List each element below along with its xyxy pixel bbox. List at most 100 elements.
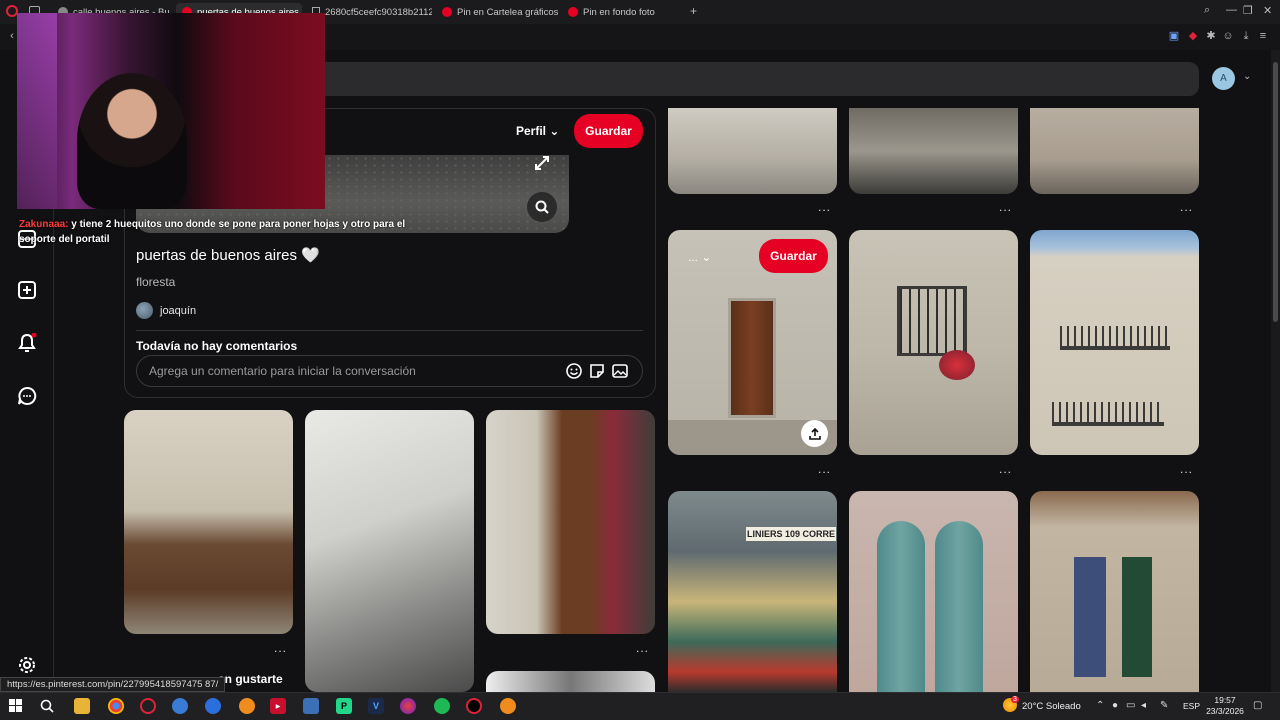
extensions-icon[interactable]: ✱ (1205, 30, 1217, 42)
more-options-icon[interactable]: ... (818, 462, 831, 476)
pin-tile-wooden-door-mural[interactable] (486, 410, 655, 634)
chat-username: Zakunaaa: (19, 219, 69, 230)
window-grill-shape (897, 286, 967, 356)
lens-search-icon (535, 200, 549, 214)
board-select-dropdown[interactable]: ... ⌄ (688, 250, 711, 264)
visual-search-button[interactable] (527, 192, 557, 222)
tab-pin-cartelea[interactable]: Pin en Cartelea gráficos (436, 3, 560, 21)
app-colorful-icon[interactable] (400, 698, 416, 714)
pen-icon[interactable]: ✎ (1160, 700, 1168, 711)
clock[interactable]: 19:57 23/3/2026 (1205, 695, 1245, 717)
profile-icon[interactable]: ☺ (1222, 30, 1234, 42)
pin-tile-liniers-bus[interactable]: LINIERS 109 CORRE (668, 491, 837, 692)
door-left-shape (877, 521, 925, 692)
vegas-icon[interactable]: V (368, 698, 384, 714)
windows-start-icon[interactable] (9, 699, 22, 712)
pin-tile-white-street[interactable] (305, 410, 474, 692)
emoji-icon[interactable] (565, 362, 583, 380)
tray-chevron-icon[interactable]: ⌃ (1096, 700, 1104, 711)
network-icon[interactable]: ▭ (1126, 700, 1135, 711)
bus-sign-text: LINIERS 109 CORRE (746, 527, 836, 541)
more-options-icon[interactable]: ... (999, 462, 1012, 476)
pin-title: puertas de buenos aires 🤍 (136, 247, 320, 264)
vpn-icon[interactable]: ◆ (1187, 30, 1199, 42)
scrollbar-thumb[interactable] (1273, 62, 1278, 322)
translate-icon[interactable]: ▣ (1168, 30, 1180, 42)
pin-tile-doors-facade[interactable] (124, 410, 293, 634)
photos-icon[interactable] (303, 698, 319, 714)
divider (136, 330, 643, 331)
comments-heading: Todavía no hay comentarios (136, 339, 298, 353)
language-indicator[interactable]: ESP (1183, 701, 1200, 711)
more-options-icon[interactable]: ... (636, 641, 649, 655)
obs-icon[interactable] (466, 698, 482, 714)
volume-icon[interactable]: ◂ (1141, 700, 1146, 711)
balcony-upper-shape (1060, 326, 1170, 350)
streamer-webcam-overlay (17, 13, 325, 209)
more-options-icon[interactable]: ... (1180, 462, 1193, 476)
search-icon[interactable] (40, 699, 54, 713)
weather-text[interactable]: 20°C Soleado (1022, 701, 1081, 712)
pin-tile-window-flowers[interactable] (849, 230, 1018, 455)
more-options-icon[interactable]: ... (1180, 200, 1193, 214)
share-button[interactable] (801, 420, 828, 447)
opera-taskbar-icon[interactable] (140, 698, 156, 714)
pinterest-icon (442, 7, 452, 17)
tab-label: Pin en Cartelea gráficos (457, 6, 559, 18)
app-record-icon[interactable] (500, 698, 516, 714)
pin-tile-corner-building[interactable] (849, 108, 1018, 194)
microphone-icon[interactable]: ● (1112, 700, 1118, 711)
pycharm-icon[interactable]: P (336, 698, 352, 714)
pin-tile-old-doors[interactable] (1030, 491, 1199, 692)
chat-text: y tiene 2 huequitos uno donde se pone pa… (19, 219, 406, 245)
stream-chat-message: Zakunaaa: y tiene 2 huequitos uno donde … (19, 217, 439, 247)
green-door-shape (1122, 557, 1152, 677)
pinterest-icon (568, 7, 578, 17)
spotify-icon[interactable] (434, 698, 450, 714)
notifications-icon[interactable] (17, 333, 37, 353)
app-orange-icon[interactable] (239, 698, 255, 714)
pin-tile-teal-doors[interactable] (849, 491, 1018, 692)
more-options-icon[interactable]: ... (818, 200, 831, 214)
profile-dropdown[interactable]: Perfil ⌄ (516, 124, 559, 138)
pin-tile-partial[interactable] (486, 671, 655, 692)
settings-gear-icon[interactable] (17, 655, 37, 675)
pin-tile-bicycle-door[interactable] (1030, 108, 1199, 194)
messages-icon[interactable] (17, 386, 37, 406)
account-chevron-icon[interactable]: ⌄ (1243, 71, 1251, 82)
close-icon[interactable]: ✕ (1263, 4, 1272, 17)
chrome-icon[interactable] (108, 698, 124, 714)
tab-pin-fondo[interactable]: Pin en fondo foto (562, 3, 682, 21)
user-name-link[interactable]: joaquín (160, 305, 196, 317)
download-icon[interactable]: ⤓ (1240, 30, 1252, 42)
tab-label: Pin en fondo foto (583, 6, 655, 18)
app-video-icon[interactable]: ▶ (270, 698, 286, 714)
tab-label: 2680cf5ceefc90318b2112 (325, 6, 432, 18)
file-explorer-icon[interactable] (74, 698, 90, 714)
minimize-icon[interactable]: — (1226, 4, 1237, 16)
status-bar-url: https://es.pinterest.com/pin/22799541859… (0, 677, 226, 692)
pin-tile-sidewalk[interactable] (668, 108, 837, 194)
pin-tile-balconies[interactable] (1030, 230, 1199, 455)
sticker-icon[interactable] (588, 362, 606, 380)
image-upload-icon[interactable] (611, 362, 629, 380)
search-tabs-icon[interactable]: ⌕ (1204, 4, 1210, 17)
edge-icon[interactable] (172, 698, 188, 714)
notification-center-icon[interactable]: ▢ (1253, 700, 1262, 711)
menu-icon[interactable]: ≡ (1257, 30, 1269, 42)
save-pin-button-hover[interactable]: Guardar (759, 239, 828, 273)
share-icon (808, 427, 821, 440)
app-swirl-icon[interactable] (205, 698, 221, 714)
blue-door-shape (1074, 557, 1106, 677)
create-icon[interactable] (17, 280, 37, 300)
save-pin-button[interactable]: Guardar (574, 114, 643, 148)
user-avatar[interactable] (136, 302, 153, 319)
notification-count-badge: 3 (1011, 696, 1019, 703)
windows-taskbar (0, 692, 1280, 720)
more-options-icon[interactable]: ... (999, 200, 1012, 214)
restore-icon[interactable]: ❐ (1243, 4, 1253, 17)
account-avatar[interactable]: A (1212, 67, 1235, 90)
expand-icon[interactable] (533, 154, 551, 172)
new-tab-button[interactable]: + (690, 4, 697, 18)
more-options-icon[interactable]: ... (274, 641, 287, 655)
